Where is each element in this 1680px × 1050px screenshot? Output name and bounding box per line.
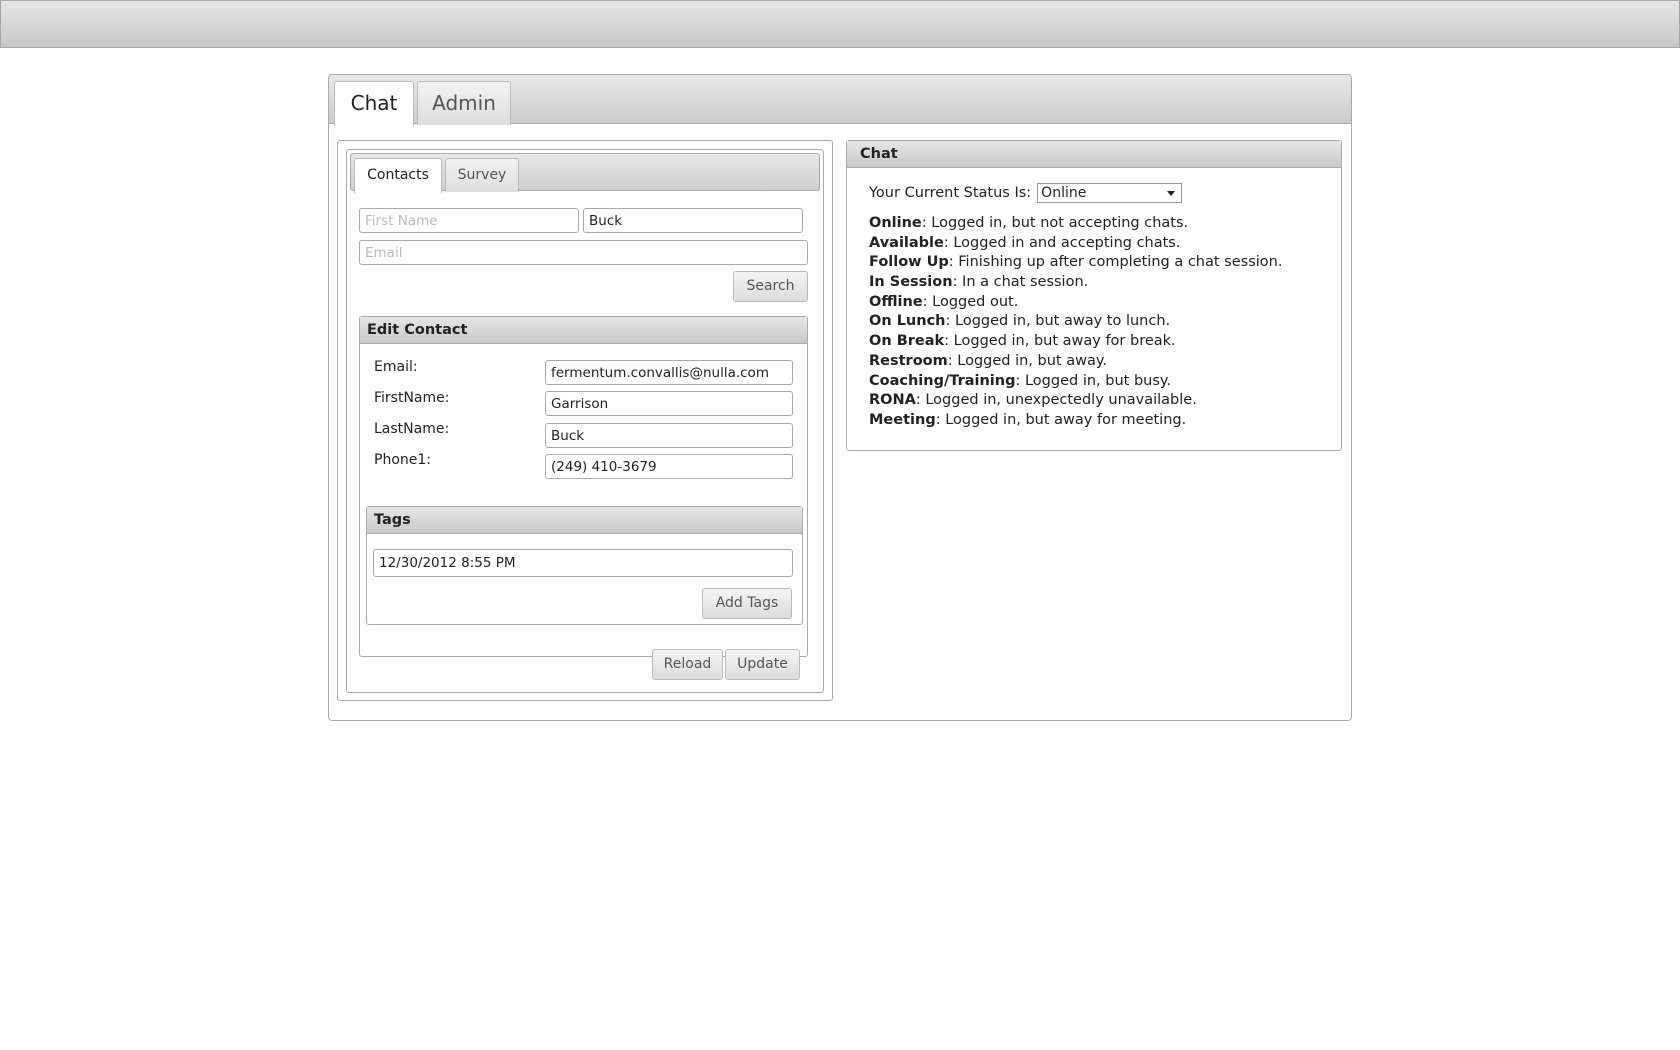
edit-contact-title: Edit Contact (360, 317, 807, 344)
tags-panel: Tags Add Tags (366, 506, 803, 625)
reload-button[interactable]: Reload (652, 649, 723, 680)
status-legend-item: Restroom: Logged in, but away. (869, 352, 1107, 369)
last-name-field[interactable] (545, 423, 793, 448)
status-legend-item: Meeting: Logged in, but away for meeting… (869, 411, 1187, 428)
phone-field[interactable] (545, 454, 793, 479)
status-legend-item: Offline: Logged out. (869, 293, 1019, 310)
status-legend: Online: Logged in, but not accepting cha… (869, 214, 1282, 431)
update-button[interactable]: Update (725, 649, 800, 680)
chat-panel-title: Chat (847, 141, 1341, 168)
status-select[interactable]: Online (1037, 183, 1183, 203)
search-button[interactable]: Search (733, 271, 808, 302)
last-name-input[interactable] (583, 208, 803, 233)
tab-chat[interactable]: Chat (334, 81, 414, 126)
email-field[interactable] (545, 360, 793, 385)
contacts-tabbar: Contacts Survey (350, 153, 820, 193)
edit-contact-panel: Edit Contact Email: FirstName: LastName:… (359, 316, 808, 657)
add-tags-button[interactable]: Add Tags (702, 588, 792, 619)
first-name-input[interactable] (359, 208, 579, 233)
tab-contacts[interactable]: Contacts (354, 158, 442, 193)
status-legend-item: On Break: Logged in, but away for break. (869, 333, 1176, 350)
last-name-label: LastName: (374, 421, 450, 437)
contacts-tabs-container: Contacts Survey Search Edit Contact Emai… (346, 149, 824, 693)
status-row: Your Current Status Is: Online (869, 183, 1183, 203)
status-legend-item: In Session: In a chat session. (869, 274, 1089, 291)
status-legend-item: Coaching/Training: Logged in, but busy. (869, 372, 1172, 389)
email-search-input[interactable] (359, 240, 808, 265)
first-name-label: FirstName: (374, 390, 450, 406)
chevron-down-icon (1167, 191, 1176, 196)
contacts-panel: Contacts Survey Search Edit Contact Emai… (337, 140, 833, 701)
app-container: Chat Admin Contacts Survey Search Edit C… (328, 74, 1352, 721)
status-legend-item: RONA: Logged in, unexpectedly unavailabl… (869, 392, 1197, 409)
tags-title: Tags (367, 507, 802, 534)
status-legend-item: Online: Logged in, but not accepting cha… (869, 215, 1189, 231)
status-legend-item: On Lunch: Logged in, but away to lunch. (869, 313, 1171, 330)
status-legend-item: Follow Up: Finishing up after completing… (869, 254, 1283, 271)
first-name-field[interactable] (545, 391, 793, 416)
email-label: Email: (374, 359, 418, 375)
status-legend-item: Available: Logged in and accepting chats… (869, 234, 1181, 251)
tab-survey[interactable]: Survey (445, 158, 519, 192)
status-select-value: Online (1041, 185, 1087, 201)
tab-admin[interactable]: Admin (417, 81, 511, 125)
status-label: Your Current Status Is: (869, 185, 1032, 201)
chat-panel: Chat Your Current Status Is: Online Onli… (846, 140, 1342, 451)
phone-label: Phone1: (374, 452, 431, 468)
main-tabbar: Chat Admin (329, 75, 1351, 126)
top-bar (0, 0, 1680, 48)
tags-input[interactable] (373, 549, 793, 577)
